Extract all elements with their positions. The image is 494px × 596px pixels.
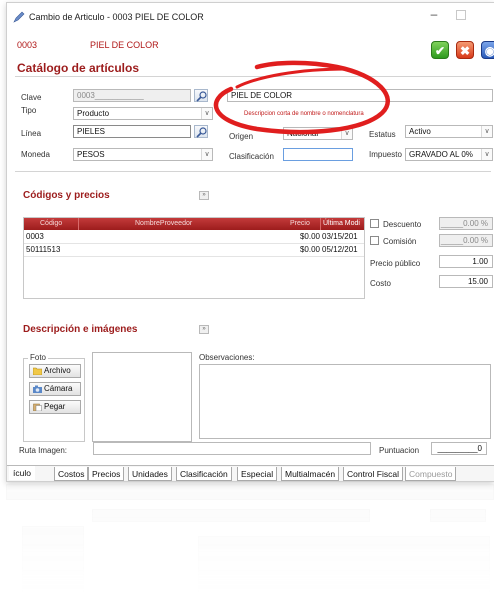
row-fecha: 03/15/201 <box>322 232 358 241</box>
descripcion-collapse-toggle[interactable]: » <box>199 325 209 334</box>
col-proveedor[interactable]: NombreProveedor <box>78 218 288 230</box>
costo-field[interactable]: 15.00 <box>439 275 493 288</box>
row-precio: $0.00 <box>299 245 320 254</box>
tab-multialmacen[interactable]: Multialmacén <box>281 467 340 481</box>
observaciones-label: Observaciones: <box>199 353 255 362</box>
camara-label: Cámara <box>44 384 73 393</box>
puntuacion-label: Puntuacion <box>379 446 420 455</box>
tab-costos[interactable]: Costos <box>54 467 89 481</box>
table-row[interactable]: 0003 $0.00 03/15/201 <box>24 231 364 244</box>
tab-especial[interactable]: Especial <box>237 467 278 481</box>
highlight-callout <box>213 60 390 135</box>
pegar-label: Pegar <box>44 402 66 411</box>
precio-publico-field[interactable]: 1.00 <box>439 255 493 268</box>
grid-header: Código NombreProveedor Precio Última Mod… <box>24 218 364 230</box>
reflection-tabs <box>6 484 494 500</box>
codigos-collapse-toggle[interactable]: » <box>199 191 209 200</box>
reflection-field <box>92 509 370 522</box>
col-precio[interactable]: Precio <box>290 218 310 230</box>
image-preview[interactable] <box>92 352 192 442</box>
window-reflection <box>6 483 494 596</box>
archivo-label: Archivo <box>44 366 71 375</box>
paste-icon <box>33 403 42 411</box>
descuento-field[interactable]: _____0.00 % <box>439 217 493 230</box>
pegar-button[interactable]: Pegar <box>29 400 81 414</box>
tab-strip: ículo Costos Precios Unidades Clasificac… <box>7 465 494 481</box>
row-fecha: 05/12/201 <box>322 245 358 254</box>
camara-button[interactable]: Cámara <box>29 382 81 396</box>
form-divider <box>15 171 491 172</box>
reflection-box <box>198 536 490 596</box>
ruta-imagen-label: Ruta Imagen: <box>19 446 68 455</box>
camera-icon <box>33 385 42 393</box>
costo-label: Costo <box>370 279 391 288</box>
precio-publico-label: Precio público <box>370 259 421 268</box>
codigos-grid: Código NombreProveedor Precio Última Mod… <box>23 217 365 299</box>
row-codigo: 0003 <box>26 232 44 241</box>
tab-clasificacion[interactable]: Clasificación <box>176 467 232 481</box>
descuento-checkbox[interactable] <box>370 219 379 228</box>
tab-articulo[interactable]: ículo <box>9 466 35 480</box>
comision-label: Comisión <box>383 237 417 246</box>
codigos-section-title: Códigos y precios <box>23 190 110 201</box>
reflection-box <box>22 526 84 596</box>
article-window: Cambio de Articulo - 0003 PIEL DE COLOR … <box>6 2 494 482</box>
descuento-label: Descuento <box>383 220 422 229</box>
row-precio: $0.00 <box>299 232 320 241</box>
foto-label: Foto <box>28 353 49 362</box>
row-proveedor <box>80 231 280 243</box>
descripcion-section-title: Descripción e imágenes <box>23 324 138 335</box>
tab-precios[interactable]: Precios <box>88 467 125 481</box>
tab-compuesto[interactable]: Compuesto <box>405 467 457 481</box>
ruta-imagen-field[interactable] <box>93 442 371 455</box>
row-proveedor <box>80 244 280 256</box>
folder-icon <box>33 367 42 375</box>
comision-field[interactable]: _____0.00 % <box>439 234 493 247</box>
reflection-content <box>6 483 494 596</box>
table-row[interactable]: 50111513 $0.00 05/12/201 <box>24 244 364 257</box>
tab-unidades[interactable]: Unidades <box>128 467 172 481</box>
archivo-button[interactable]: Archivo <box>29 364 81 378</box>
col-codigo[interactable]: Código <box>40 218 62 230</box>
reflection-field <box>430 509 486 522</box>
observaciones-textarea[interactable] <box>199 364 491 439</box>
row-codigo: 50111513 <box>26 245 61 254</box>
puntuacion-field[interactable]: _________0 <box>431 442 487 455</box>
col-ultima-modificacion[interactable]: Última Modi <box>320 218 366 230</box>
tab-control-fiscal[interactable]: Control Fiscal <box>343 467 403 481</box>
comision-checkbox[interactable] <box>370 236 379 245</box>
